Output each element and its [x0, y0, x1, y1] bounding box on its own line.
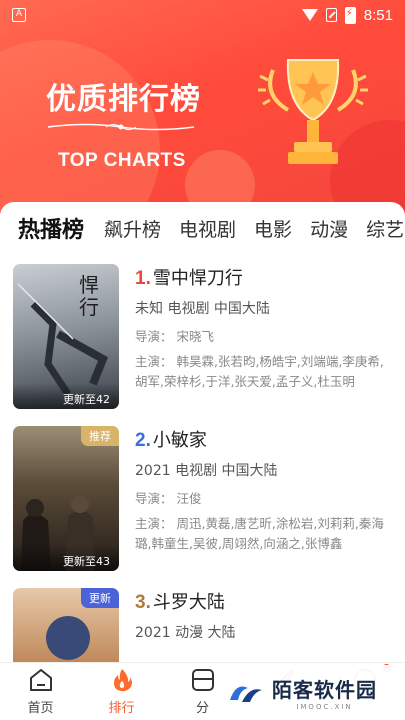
- tab-rising[interactable]: 飙升榜: [104, 215, 161, 242]
- update-badge: 更新: [81, 588, 119, 608]
- title-text: 斗罗大陆: [152, 592, 225, 613]
- poster-image[interactable]: 悍 行 更新至42集: [13, 264, 119, 409]
- header-banner: A 8:51 优质排行榜 TOP CHARTS: [0, 0, 405, 214]
- item-director: 导演： 汪俊: [135, 491, 202, 506]
- nav-ranking[interactable]: 排行: [81, 663, 162, 720]
- poster-image[interactable]: 更新: [13, 588, 119, 662]
- watermark-domain: IMOOC.XIN: [296, 703, 353, 711]
- nav-home[interactable]: 首页: [0, 663, 81, 720]
- category-tabs: 热播榜 飙升榜 电视剧 电影 动漫 综艺: [0, 202, 405, 254]
- home-icon: [30, 669, 52, 691]
- nav-label: 首页: [27, 701, 54, 716]
- poster-image[interactable]: 推荐 更新至43集: [13, 426, 119, 571]
- clock: 8:51: [363, 6, 393, 24]
- watermark-name: 陌客软件园: [272, 678, 377, 702]
- trophy-icon: [258, 59, 368, 164]
- rank-number: 1.: [135, 268, 151, 289]
- ranking-panel: 热播榜 飙升榜 电视剧 电影 动漫 综艺 悍 行 更新至42集 1.雪中悍刀行: [0, 202, 405, 662]
- tab-hot[interactable]: 热播榜: [18, 212, 84, 244]
- item-cast: 主演： 周迅,黄磊,唐艺昕,涂松岩,刘莉莉,秦海璐,韩童生,吴彼,周翊然,向涵之…: [135, 516, 384, 551]
- no-sim-icon: [325, 8, 337, 22]
- app-notification-icon: A: [12, 8, 26, 22]
- nav-label: 排行: [108, 701, 135, 716]
- wifi-icon: [301, 9, 318, 21]
- watermark-logo: [230, 686, 262, 702]
- page-title: 优质排行榜: [46, 82, 201, 117]
- item-director: 导演： 宋晓飞: [135, 329, 214, 344]
- item-meta: 2021 动漫 大陆: [135, 625, 236, 641]
- category-icon: [192, 669, 214, 691]
- episode-status: 更新至42集: [13, 383, 119, 409]
- status-bar: A 8:51: [0, 0, 405, 30]
- item-title[interactable]: 1. 雪中悍刀行: [135, 266, 387, 292]
- battery-charging-icon: [344, 6, 356, 24]
- ranking-list: 悍 行 更新至42集 1.雪中悍刀行 未知 电视剧 中国大陆 导演： 宋晓飞 主…: [0, 264, 405, 662]
- ornament-divider: [47, 123, 195, 131]
- rank-number: 2.: [135, 430, 151, 451]
- list-item[interactable]: 更新 3. 斗罗大陆 2021 动漫 大陆: [0, 588, 405, 662]
- title-text: 雪中悍刀行: [152, 268, 243, 289]
- list-item[interactable]: 推荐 更新至43集 2.小敏家 2021 电视剧 中国大陆 导演： 汪俊 主演：…: [0, 426, 405, 588]
- tab-movies[interactable]: 电影: [254, 215, 292, 242]
- page-subtitle: TOP CHARTS: [58, 150, 186, 171]
- recommend-badge: 推荐: [81, 426, 119, 446]
- list-item[interactable]: 悍 行 更新至42集 1.雪中悍刀行 未知 电视剧 中国大陆 导演： 宋晓飞 主…: [0, 264, 405, 426]
- svg-text:悍: 悍: [79, 273, 99, 297]
- item-meta: 未知 电视剧 中国大陆: [135, 301, 270, 317]
- tab-tv-series[interactable]: 电视剧: [179, 215, 236, 242]
- flame-icon: [114, 669, 132, 692]
- rank-number: 3.: [135, 592, 151, 613]
- tab-variety[interactable]: 综艺: [366, 215, 404, 242]
- svg-text:行: 行: [79, 295, 99, 319]
- title-text: 小敏家: [152, 430, 207, 451]
- item-title[interactable]: 3. 斗罗大陆: [135, 590, 387, 616]
- item-cast: 主演： 韩昊霖,张若昀,杨皓宇,刘端端,李庚希,胡军,荣梓杉,于洋,张天爱,孟子…: [135, 354, 384, 389]
- episode-status: 更新至43集: [13, 545, 119, 571]
- item-title[interactable]: 2. 小敏家: [135, 428, 387, 454]
- item-meta: 2021 电视剧 中国大陆: [135, 463, 278, 479]
- tab-anime[interactable]: 动漫: [310, 215, 348, 242]
- watermark: 陌客软件园 IMOOC.XIN: [218, 665, 405, 720]
